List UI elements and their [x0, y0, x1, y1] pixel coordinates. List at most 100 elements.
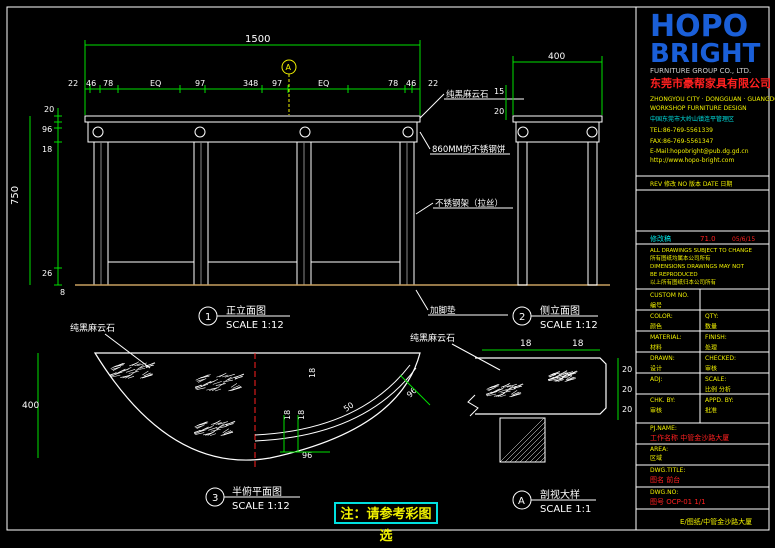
tb-row-value: QTY:: [705, 313, 718, 320]
detail-dim-2: 20: [622, 365, 632, 374]
front-top-dimensions: 22 46 78 EQ 97 348 97 EQ 78 46 22: [68, 79, 438, 93]
tb-row-label: 编号: [650, 302, 662, 310]
caption-3-scale: SCALE 1:12: [232, 501, 290, 512]
tb-row-label: 颜色: [650, 323, 662, 331]
title-block-project: PJ.NAME: 工作名称 中管金沙路大厦 AREA: 区域 DWG.TITLE…: [636, 422, 769, 526]
hatch-line: [534, 451, 546, 463]
dim-top-1: 46: [86, 79, 96, 88]
detail-dim-3: 20: [622, 385, 632, 394]
front-callouts: 纯黑麻云石 860MM的不锈钢饼不锈钢架（拉丝） 加脚垫: [415, 89, 524, 316]
tb-row-label: ADJ:: [650, 376, 663, 383]
tb-row-value: 数量: [705, 323, 717, 331]
section-marker-a: A: [281, 59, 297, 115]
tb-info-line: E-Mail:hopobright@pub.dg.gd.cn: [650, 148, 749, 155]
side-elevation: 400 15 20 2 侧立面图 SCALE 1:12: [494, 52, 603, 331]
plan-outline: [93, 352, 421, 461]
caption-2-no: 2: [519, 312, 525, 323]
hatch-line: [539, 456, 546, 463]
tb-path: E/图纸/中管金沙路大厦: [680, 517, 752, 526]
plan-caption: 3 半俯平面图 SCALE 1:12: [205, 485, 300, 512]
tb-project-label: PJ.NAME:: [650, 425, 677, 432]
caption-3-title: 半俯平面图: [232, 485, 282, 498]
marble-vein: [135, 367, 146, 371]
marble-vein: [214, 388, 222, 392]
dim-top-3: EQ: [150, 79, 161, 88]
plan-inner-arc: [254, 364, 411, 436]
dim-side-20: 20: [494, 107, 504, 116]
half-plan-view: 纯黑麻云石 400 1818 18969650 3 半俯平面图 SCALE 1:1…: [22, 322, 431, 512]
tb-dwgno-label: DWG.NO:: [650, 489, 678, 496]
side-top: [512, 115, 603, 123]
dim-top-4: 97: [195, 79, 205, 88]
marble-vein: [493, 394, 503, 397]
tb-row-label: 设计: [650, 365, 662, 373]
dim-left-4: 26: [42, 269, 52, 278]
detail-dim-1: 18: [572, 339, 584, 349]
callout-3: 加脚垫: [430, 305, 456, 316]
tb-area-value: 区域: [650, 454, 662, 462]
marble-texture: [109, 361, 245, 436]
tb-row-label: 审核: [650, 407, 662, 415]
caption-a-scale: SCALE 1:1: [540, 504, 591, 515]
dim-top-7: EQ: [318, 79, 329, 88]
callout-1: 860MM的不锈钢饼: [432, 144, 506, 155]
front-left-dimensions: 20 96 18 750 26 8: [10, 105, 65, 297]
callout-leader: [415, 289, 429, 311]
side-leg-right: [587, 141, 598, 286]
detail-caption: A 剖视大样 SCALE 1:1: [512, 488, 596, 515]
marble-vein: [222, 379, 233, 383]
hatch-line: [504, 421, 546, 463]
caption-2-title: 侧立面图: [540, 304, 580, 317]
dim-left-1: 96: [42, 125, 52, 134]
detail-dim-0: 18: [520, 339, 532, 349]
dim-top-0: 22: [68, 79, 78, 88]
front-elevation: 1500 22 46 78 EQ 97 348 97 EQ 78 46 22 A 209618750…: [10, 34, 610, 331]
tb-project-value: 工作名称 中管金沙路大厦: [650, 433, 729, 442]
dim-top-10: 22: [428, 79, 438, 88]
logo-company-en: FURNITURE GROUP CO., LTD.: [650, 67, 751, 75]
plan-stone-label: 纯黑麻云石: [70, 322, 115, 334]
table-top-stone: [84, 115, 421, 123]
title-block-rows: CUSTOM NO. 编号 COLOR: QTY: 颜色 数量 MATERIAL: FINIS…: [636, 288, 769, 423]
dim-top-8: 78: [388, 79, 398, 88]
marker-a-label: A: [286, 63, 292, 72]
dim-overall-width: 1500: [245, 34, 270, 45]
plan-dim-4: 96: [405, 386, 419, 400]
callout-0: 纯黑麻云石: [446, 89, 489, 100]
dim-top-9: 46: [406, 79, 416, 88]
caption-1-title: 正立面图: [226, 304, 266, 317]
logo-company-cn: 东莞市豪帮家具有限公司: [650, 76, 771, 90]
tb-row-value: CHECKED:: [705, 355, 736, 362]
dim-left-2: 18: [42, 145, 52, 154]
tb-spec-line: ALL DRAWINGS SUBJECT TO CHANGE: [650, 248, 752, 254]
marble-vein: [212, 381, 222, 385]
tb-spec-line: DIMENSIONS DRAWINGS MAY NOT: [650, 264, 745, 270]
tb-row-label: MATERIAL:: [650, 334, 682, 341]
caption-1-no: 1: [205, 312, 211, 323]
caption-3-no: 3: [212, 493, 218, 504]
plan-dim-0: 18: [308, 368, 317, 378]
caption-a-no: A: [518, 496, 525, 507]
tb-info-line: FAX:86-769-5561347: [650, 138, 713, 145]
stainless-ring: [299, 126, 311, 138]
cad-drawing-sheet: HOPO BRIGHT FURNITURE GROUP CO., LTD. 东莞…: [6, 6, 775, 531]
detail-hatch: [499, 417, 546, 463]
dim-side-width: 400: [548, 52, 565, 62]
dim-line: [399, 374, 431, 406]
hatch-line: [514, 431, 546, 463]
tb-row-value: 处理: [705, 344, 717, 352]
callout-leader: [415, 202, 434, 215]
dim-top-2: 78: [103, 79, 113, 88]
tb-dwgno-value: 图号 OCP-01 1/1: [650, 498, 706, 506]
logo-brand-bottom: BRIGHT: [650, 39, 761, 69]
tb-row-label: 材料: [650, 344, 662, 352]
detail-stone-label: 纯黑麻云石: [410, 332, 455, 344]
tb-info-line: ZHONGYOU CITY · DONGGUAN · GUANGDONG: [650, 96, 775, 103]
stainless-ring: [402, 126, 414, 138]
hatch-line: [524, 441, 546, 463]
side-leg-left: [517, 141, 528, 286]
tb-row-label: DRAWN:: [650, 355, 675, 362]
tb-dwgtitle-label: DWG.TITLE:: [650, 467, 685, 474]
dim-top-5: 348: [243, 79, 258, 88]
callout-leader: [419, 131, 431, 150]
